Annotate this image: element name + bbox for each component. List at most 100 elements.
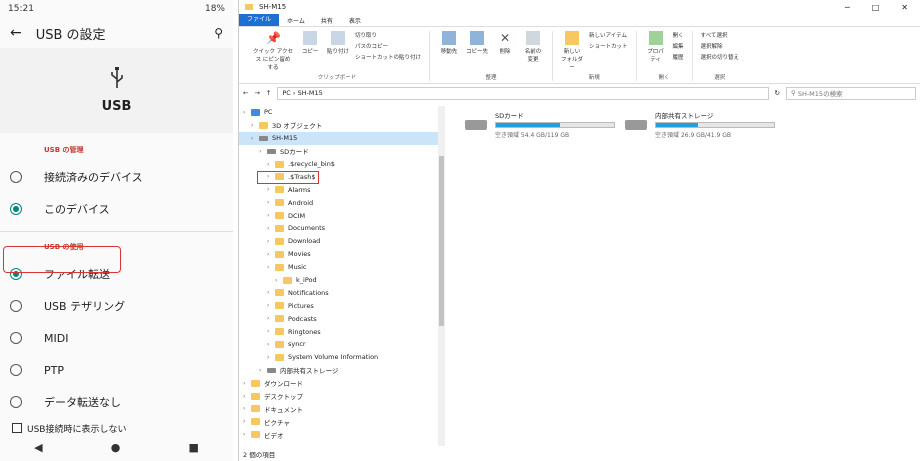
- option-usb-tethering[interactable]: USB テザリング: [0, 290, 233, 322]
- tree-item[interactable]: › ビデオ: [239, 428, 445, 441]
- move-to-button[interactable]: 移動先: [438, 31, 460, 55]
- tab-share[interactable]: 共有: [313, 16, 341, 25]
- tree-item[interactable]: › Music: [239, 261, 445, 274]
- chevron-icon[interactable]: ›: [267, 161, 275, 168]
- chevron-icon[interactable]: ›: [259, 148, 267, 155]
- maximize-icon[interactable]: □: [872, 3, 880, 12]
- up-icon[interactable]: ↑: [266, 89, 271, 97]
- option-this-device[interactable]: このデバイス: [0, 193, 233, 225]
- back-icon[interactable]: ←: [243, 89, 248, 97]
- chevron-icon[interactable]: ›: [267, 251, 275, 258]
- path-field[interactable]: PC › SH-M15: [277, 86, 769, 100]
- chevron-icon[interactable]: ›: [267, 199, 275, 206]
- radio-icon[interactable]: [10, 332, 22, 344]
- chevron-icon[interactable]: ›: [243, 431, 251, 438]
- radio-checked-icon[interactable]: [10, 203, 22, 215]
- radio-icon[interactable]: [10, 171, 22, 183]
- tree-item[interactable]: › Android: [239, 196, 445, 209]
- tree-item[interactable]: › SH-M15: [239, 131, 445, 145]
- tree-item[interactable]: › SDカード: [239, 145, 445, 158]
- drive-sdcard[interactable]: SDカード 空き領域 54.4 GB/119 GB: [465, 110, 615, 139]
- invert-selection-button[interactable]: 選択の切り替え: [701, 53, 740, 61]
- chevron-icon[interactable]: ›: [267, 289, 275, 296]
- tree-item[interactable]: › k_iPod: [239, 274, 445, 287]
- option-ptp[interactable]: PTP: [0, 354, 233, 386]
- minimize-icon[interactable]: ─: [845, 3, 850, 12]
- option-midi[interactable]: MIDI: [0, 322, 233, 354]
- chevron-icon[interactable]: ›: [243, 380, 251, 387]
- search-input[interactable]: ⚲ SH-M15の検索: [786, 86, 916, 100]
- chevron-icon[interactable]: ›: [267, 302, 275, 309]
- back-nav-icon[interactable]: ◀: [34, 441, 42, 454]
- breadcrumb-device[interactable]: SH-M15: [298, 89, 323, 97]
- tree-item[interactable]: › ダウンロード: [239, 377, 445, 390]
- select-all-button[interactable]: すべて選択: [701, 31, 740, 39]
- tree-item[interactable]: › Alarms: [239, 183, 445, 196]
- tree-item[interactable]: › 内部共有ストレージ: [239, 364, 445, 377]
- chevron-icon[interactable]: ›: [259, 367, 267, 374]
- new-item-button[interactable]: 新しいアイテム: [589, 31, 628, 39]
- tab-file[interactable]: ファイル: [239, 14, 280, 26]
- tab-home[interactable]: ホーム: [279, 16, 313, 25]
- back-arrow-icon[interactable]: ←: [10, 25, 22, 41]
- tree-item[interactable]: › System Volume Information: [239, 351, 445, 364]
- tree-item[interactable]: › Pictures: [239, 299, 445, 312]
- tree-item[interactable]: › Download: [239, 235, 445, 248]
- chevron-icon[interactable]: ›: [267, 328, 275, 335]
- cut-button[interactable]: 切り取り: [355, 31, 421, 39]
- tree-item[interactable]: › ピクチャ: [239, 415, 445, 428]
- tree-item[interactable]: › 3D オブジェクト: [239, 119, 445, 132]
- tree-item[interactable]: › Podcasts: [239, 312, 445, 325]
- properties-button[interactable]: プロパティ: [645, 31, 667, 63]
- delete-button[interactable]: ✕ 削除: [494, 31, 516, 55]
- chevron-icon[interactable]: ›: [267, 315, 275, 322]
- tree-item[interactable]: › Movies: [239, 248, 445, 261]
- tree-item[interactable]: › Notifications: [239, 286, 445, 299]
- open-button[interactable]: 開く: [673, 31, 684, 39]
- chevron-icon[interactable]: ›: [243, 393, 251, 400]
- tree-item[interactable]: › syncr: [239, 338, 445, 351]
- radio-icon[interactable]: [10, 364, 22, 376]
- tab-view[interactable]: 表示: [341, 16, 369, 25]
- forward-icon[interactable]: →: [254, 89, 259, 97]
- paste-button[interactable]: 貼り付け: [327, 31, 349, 55]
- tree-item[interactable]: › Ringtones: [239, 325, 445, 338]
- tree-item[interactable]: › DCIM: [239, 209, 445, 222]
- chevron-icon[interactable]: ›: [267, 238, 275, 245]
- drive-internal[interactable]: 内部共有ストレージ 空き領域 26.9 GB/41.9 GB: [625, 110, 775, 139]
- tree-item[interactable]: › Documents: [239, 222, 445, 235]
- chevron-icon[interactable]: ›: [243, 405, 251, 412]
- tree-item[interactable]: › ドキュメント: [239, 402, 445, 415]
- copy-path-button[interactable]: パスのコピー: [355, 42, 421, 50]
- home-nav-icon[interactable]: ●: [111, 441, 121, 454]
- chevron-icon[interactable]: ›: [267, 354, 275, 361]
- refresh-icon[interactable]: ↻: [775, 89, 780, 97]
- scroll-thumb[interactable]: [439, 156, 444, 326]
- copy-button[interactable]: コピー: [299, 31, 321, 55]
- shortcut-button[interactable]: ショートカット: [589, 42, 628, 50]
- paste-shortcut-button[interactable]: ショートカットの貼り付け: [355, 53, 421, 61]
- chevron-icon[interactable]: ›: [267, 341, 275, 348]
- chevron-icon[interactable]: ›: [251, 135, 259, 142]
- chevron-icon[interactable]: ›: [251, 122, 259, 129]
- radio-icon[interactable]: [10, 396, 22, 408]
- chevron-icon[interactable]: ›: [243, 418, 251, 425]
- breadcrumb-pc[interactable]: PC: [282, 89, 290, 97]
- edit-button[interactable]: 編集: [673, 42, 684, 50]
- history-button[interactable]: 履歴: [673, 53, 684, 61]
- search-icon[interactable]: ⚲: [214, 26, 223, 40]
- chevron-icon[interactable]: ›: [275, 277, 283, 284]
- select-none-button[interactable]: 選択解除: [701, 42, 740, 50]
- pin-button[interactable]: 📌 クイック アクセス にピン留めする: [253, 31, 293, 71]
- chevron-icon[interactable]: ›: [267, 186, 275, 193]
- close-icon[interactable]: ✕: [901, 3, 908, 12]
- tree-item[interactable]: › デスクトップ: [239, 390, 445, 403]
- chevron-icon[interactable]: ›: [267, 264, 275, 271]
- rename-button[interactable]: 名前の 変更: [522, 31, 544, 63]
- chevron-icon[interactable]: ›: [267, 212, 275, 219]
- radio-icon[interactable]: [10, 300, 22, 312]
- tree-item[interactable]: › PC: [239, 106, 445, 119]
- checkbox-icon[interactable]: [12, 423, 22, 433]
- option-no-data[interactable]: データ転送なし: [0, 386, 233, 418]
- copy-to-button[interactable]: コピー先: [466, 31, 488, 55]
